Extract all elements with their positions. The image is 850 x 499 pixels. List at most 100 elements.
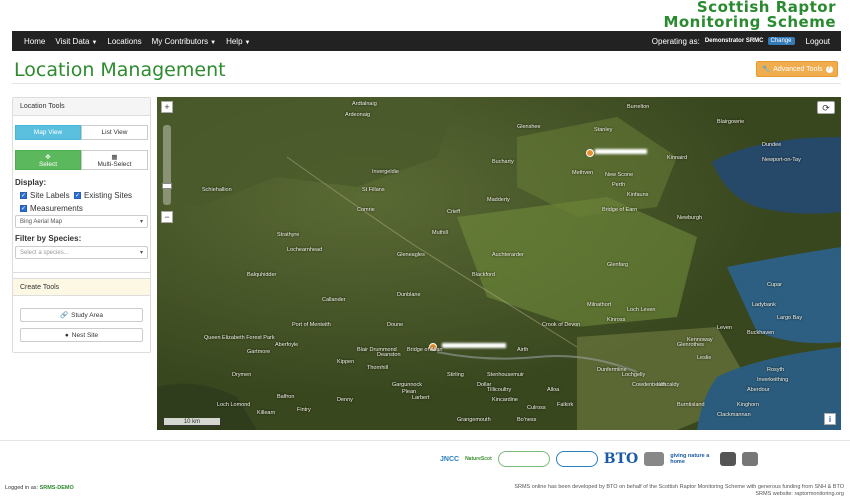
logged-in-info: Logged in as: SRMS-DEMO [5,485,74,491]
map-place-label: Thornhill [367,365,389,371]
chevron-down-icon: ▼ [244,39,251,46]
divider [12,83,841,84]
nav-visit-data[interactable]: Visit Data ▼ [50,37,102,46]
zoom-in-button[interactable]: + [161,101,173,113]
map-place-label: Strathyre [277,232,300,238]
map-place-label: Madderty [487,197,510,203]
nav-visit-data-label: Visit Data [55,36,90,46]
map-place-label: Deanston [377,352,401,358]
select-button[interactable]: ✥ Select [15,150,81,170]
link-icon: 🔗 [60,312,69,319]
filter-species-label: Filter by Species: [15,234,82,243]
site-labels-checkbox[interactable]: ✓ Site Labels [20,191,70,200]
existing-sites-checkbox[interactable]: ✓ Existing Sites [74,191,132,200]
map-place-label: Queen Elizabeth Forest Park [204,335,275,341]
rspb-logo: giving nature a home [670,453,710,465]
map-place-label: Blackford [472,272,495,278]
nest-site-marker[interactable] [586,149,594,157]
site-labels-label: Site Labels [30,191,70,200]
list-view-button[interactable]: List View [81,125,148,140]
logout-link[interactable]: Logout [801,37,835,46]
chevron-down-icon: ▾ [139,250,143,256]
checkbox-checked-icon: ✓ [74,192,81,199]
info-button[interactable]: i [824,413,836,425]
nav-help-label: Help [226,36,243,46]
map-place-label: Comrie [357,207,375,213]
basemap-select[interactable]: Bing Aerial Map ▾ [15,215,148,228]
map-place-label: Doune [387,322,404,328]
map-place-label: Balfron [277,394,295,400]
zoom-out-button[interactable]: − [161,211,173,223]
multi-select-button[interactable]: ▦ Multi-Select [81,150,148,170]
partner-logo [720,452,737,466]
top-navbar: Home Visit Data ▼ Locations My Contributo… [12,31,841,51]
nav-my-contributors[interactable]: My Contributors ▼ [147,37,221,46]
map-place-label: Blairgowrie [717,119,745,125]
create-tools-heading: Create Tools [13,278,150,296]
map-place-label: Dundee [762,142,782,148]
nav-home[interactable]: Home [19,37,50,46]
brand-line-2: Monitoring Scheme [663,13,836,31]
zoom-slider[interactable] [162,125,172,205]
multi-select-icon: ▦ [111,153,118,161]
advanced-tools-label: Advanced Tools [773,65,823,73]
brand-logo: Scottish Raptor Monitoring Scheme [663,0,836,30]
bto-logo: BTO [603,451,639,467]
footer-divider [0,440,850,441]
map-place-label: Grangemouth [457,417,491,423]
map-place-label: Newburgh [677,215,703,221]
map-place-label: Rosyth [767,367,785,373]
advanced-tools-button[interactable]: 🔧 Advanced Tools ? [756,61,838,77]
map-view-button[interactable]: Map View [15,125,81,140]
study-area-button[interactable]: 🔗 Study Area [20,308,143,322]
map-place-label: Port of Menteith [292,322,331,328]
map-place-label: Bo'ness [517,417,537,423]
basemap-value: Bing Aerial Map [20,218,63,225]
operating-as: Operating as: Demonstrator SRMC Change [646,37,801,46]
map-place-label: Dunblane [397,292,421,298]
wrench-icon: 🔧 [761,66,771,73]
map-place-label: Stirling [447,372,464,378]
refresh-button[interactable]: ⟳ [817,101,835,114]
map-place-label: Loch Leven [627,307,656,313]
map-place-label: New Scone [605,172,634,178]
map-place-label: Gleneagles [397,252,425,258]
map-place-label: Tillicoultry [487,387,512,393]
checkbox-checked-icon: ✓ [20,205,27,212]
map-place-label: Buckhaven [747,330,775,336]
species-placeholder: Select a species... [20,249,69,256]
map-place-label: Ladybank [752,302,776,308]
display-label: Display: [15,178,47,187]
map-place-label: Burrelton [627,104,650,110]
credit-line-1: SRMS online has been developed by BTO on… [514,484,844,490]
map-view[interactable]: Ardtalnaig Ardeonaig Glenshee Burrelton Stan… [157,97,841,430]
aerial-imagery [157,97,841,430]
jncc-logo: JNCC [440,455,460,463]
logged-in-user: SRMS-DEMO [39,485,74,491]
map-place-label: Stenhousemuir [487,372,524,378]
map-place-label: Glenshee [517,124,541,130]
footer-credits: SRMS online has been developed by BTO on… [514,484,844,498]
nav-my-contributors-label: My Contributors [151,36,209,46]
existing-sites-label: Existing Sites [84,191,133,200]
change-button[interactable]: Change [767,37,795,45]
scale-bar: 10 km [163,418,221,426]
map-place-label: Alloa [547,387,560,393]
nav-locations[interactable]: Locations [102,37,146,46]
map-place-label: Falkirk [557,402,574,408]
map-place-label: Kinross [607,317,626,323]
map-place-label: Killearn [257,410,276,416]
location-tools-panel: Location Tools Map View List View ✥ Sele… [12,97,151,353]
nav-help[interactable]: Help ▼ [221,37,255,46]
map-place-label: Kinfauns [627,192,649,198]
map-place-label: Airth [517,347,529,353]
nest-site-button[interactable]: ● Nest Site [20,328,143,342]
map-place-label: Aberdour [747,387,770,393]
species-select[interactable]: Select a species... ▾ [15,246,148,259]
measurements-checkbox[interactable]: ✓ Measurements [20,204,83,213]
map-place-label: Methven [572,170,594,176]
zoom-slider-handle[interactable] [162,183,172,189]
map-place-label: Aberfoyle [275,342,299,348]
map-place-label: Kennoway [687,337,713,343]
map-place-label: Gargunnock [392,382,422,388]
